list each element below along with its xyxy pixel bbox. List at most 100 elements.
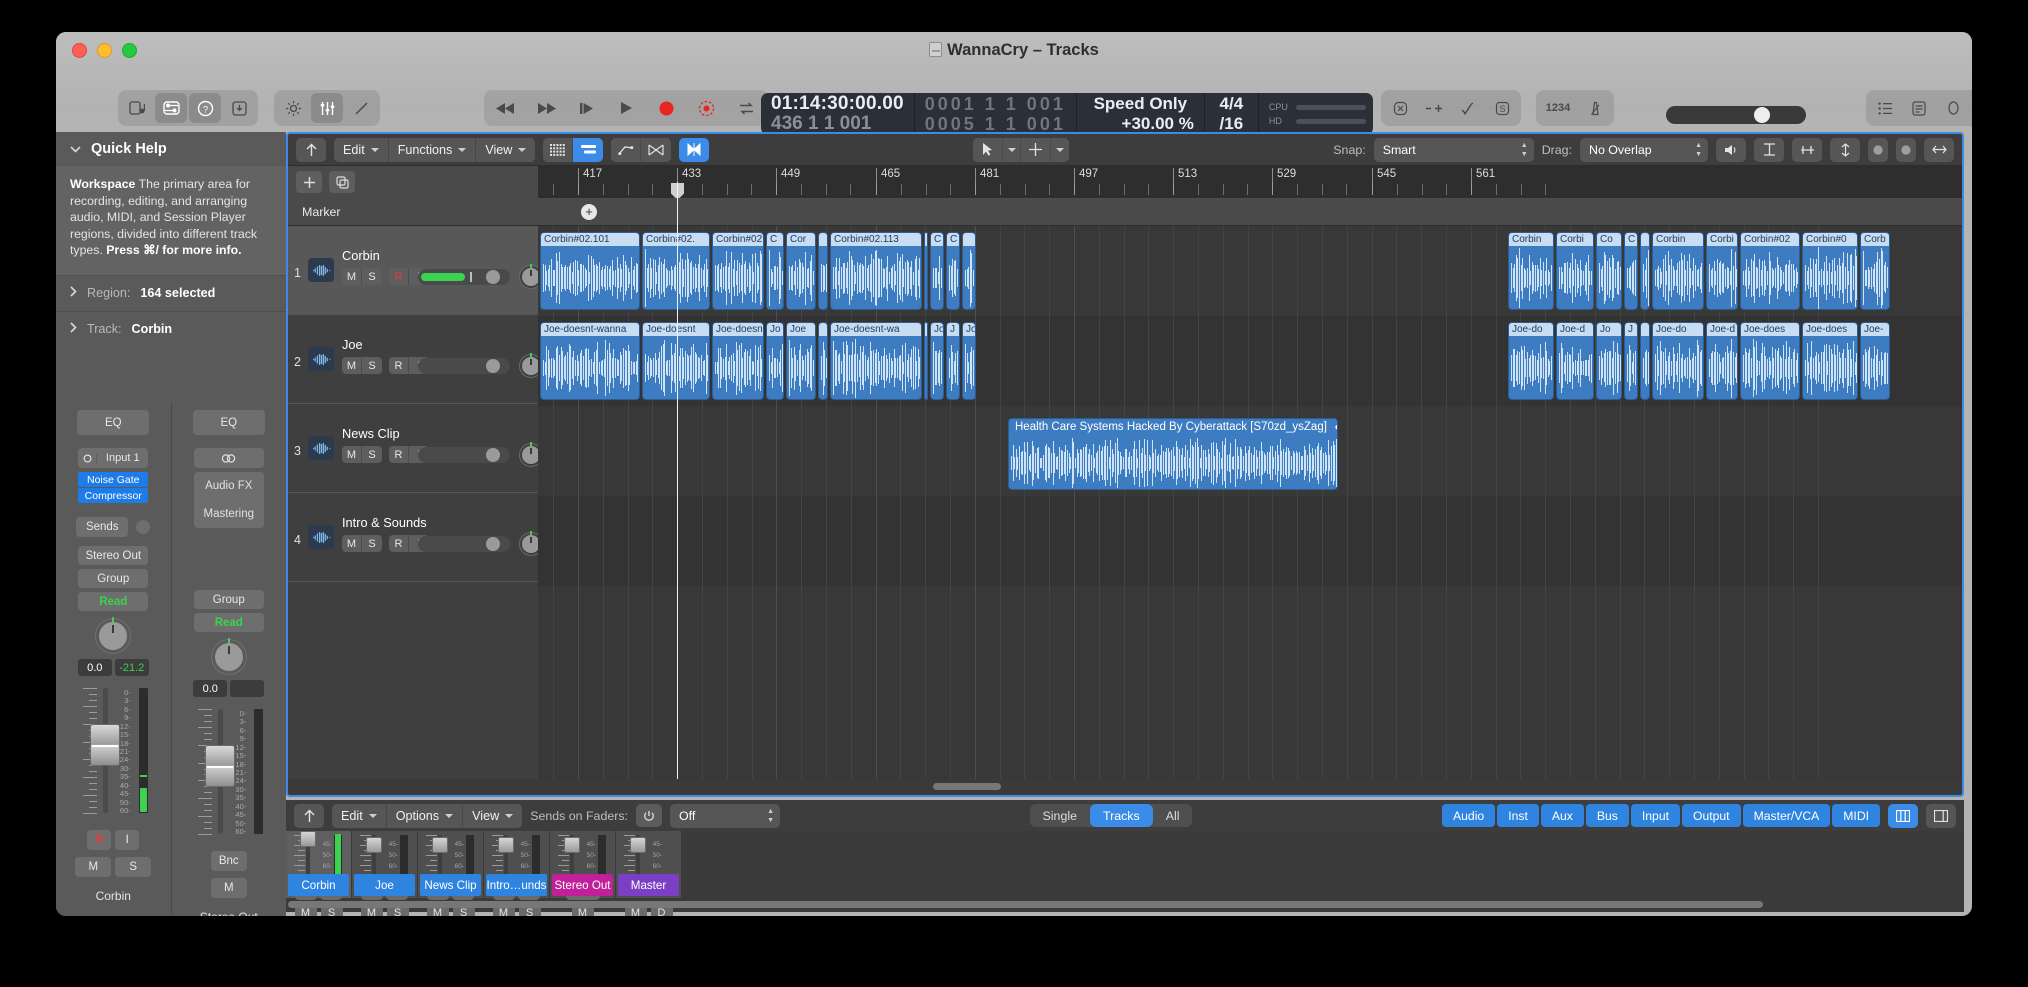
audio-region[interactable]: C: [930, 232, 944, 310]
audio-region[interactable]: Corbin#02.101: [540, 232, 640, 310]
inspector-track-row[interactable]: Track: Corbin: [56, 310, 286, 347]
capture-recording-icon[interactable]: [687, 93, 725, 123]
mixer-channel-strip[interactable]: 45-50-60- R I M S Joe: [352, 831, 418, 916]
audio-fx-box[interactable]: Audio FX Mastering: [193, 472, 264, 528]
view-mode-all[interactable]: All: [1153, 804, 1193, 827]
mixer-icon[interactable]: [311, 93, 343, 123]
lcd-bars-section[interactable]: 0001 1 1 001 0005 1 1 001: [915, 93, 1077, 135]
track-volume-slider[interactable]: [418, 358, 510, 374]
automation-mode-button[interactable]: Read: [193, 613, 264, 632]
filter-midi[interactable]: MIDI: [1832, 804, 1881, 827]
track-m-button[interactable]: M: [342, 357, 362, 374]
go-to-beginning-icon[interactable]: [567, 93, 605, 123]
lcd-display[interactable]: 01:14:30:00.00 436 1 1 001 0001 1 1 001 …: [761, 93, 1373, 135]
pan-value[interactable]: 0.0: [77, 659, 112, 676]
output-button[interactable]: Stereo Out: [78, 546, 149, 565]
lane-icon[interactable]: [1754, 137, 1784, 162]
grid-icon[interactable]: [543, 137, 574, 162]
flex-pitch-icon[interactable]: [641, 137, 672, 162]
plugin-slot[interactable]: Compressor: [78, 488, 149, 503]
audio-region[interactable]: Joe-d: [1556, 322, 1594, 400]
filter-master-vca[interactable]: Master/VCA: [1742, 804, 1831, 827]
pan-value[interactable]: 0.0: [193, 680, 228, 697]
mixer-scrollbar-thumb[interactable]: [288, 901, 1763, 908]
audio-region[interactable]: Co: [1596, 232, 1622, 310]
mixer-list-icon[interactable]: [1926, 803, 1957, 828]
channel-name[interactable]: Stereo Out: [552, 874, 613, 896]
audio-region[interactable]: Joe-do: [1508, 322, 1554, 400]
track-r-button[interactable]: R: [389, 268, 409, 285]
master-volume-knob[interactable]: [1754, 107, 1770, 123]
pan-knob[interactable]: [96, 619, 131, 653]
audio-region[interactable]: Joe-doesn: [712, 322, 764, 400]
audio-region[interactable]: Joe-doesnt-wanna: [540, 322, 640, 400]
mixer-channel-strip[interactable]: 45- 50- 60- M D Master: [616, 831, 682, 916]
audio-region[interactable]: Jo: [1596, 322, 1622, 400]
audio-region[interactable]: [962, 232, 976, 310]
mixer-menu-options[interactable]: Options: [386, 803, 464, 828]
toolbar-download-icon[interactable]: [223, 93, 255, 123]
track-s-button[interactable]: S: [362, 357, 382, 374]
view-mode-tracks[interactable]: Tracks: [1089, 804, 1153, 827]
scrollbar-thumb[interactable]: [933, 783, 1001, 790]
audio-region[interactable]: [924, 232, 928, 310]
audio-region[interactable]: Corbin#02: [1740, 232, 1800, 310]
mastering-slot[interactable]: Mastering: [204, 508, 255, 520]
automation-mode-button[interactable]: Read: [78, 592, 149, 611]
input-button[interactable]: Input 1: [78, 448, 149, 468]
audio-region[interactable]: Corbin: [1652, 232, 1704, 310]
audio-region[interactable]: Joe-doesnt-wa: [830, 322, 922, 400]
catch-playhead-icon[interactable]: [679, 137, 710, 162]
horizontal-zoom-icon[interactable]: [1924, 137, 1954, 162]
audio-region[interactable]: Joe-: [930, 322, 944, 400]
send-knob[interactable]: [136, 520, 151, 534]
audio-region[interactable]: Joe-do: [1652, 322, 1704, 400]
mute-button[interactable]: M: [210, 878, 247, 898]
mixer-fader-cap[interactable]: [498, 837, 514, 853]
fade-icon[interactable]: [1792, 137, 1822, 162]
volume-value[interactable]: -21.2: [114, 659, 149, 676]
track-volume-knob[interactable]: [486, 270, 500, 284]
track-volume-knob[interactable]: [486, 537, 500, 551]
add-track-icon[interactable]: [296, 171, 322, 193]
notes-icon[interactable]: [1903, 93, 1935, 123]
audio-region[interactable]: Corbin#02.113: [830, 232, 922, 310]
track-volume-knob[interactable]: [486, 359, 500, 373]
ruler[interactable]: 417 433 449 465 481 497 513 529 545 561: [538, 166, 1962, 198]
play-icon[interactable]: [607, 93, 645, 123]
chevron-right-icon[interactable]: [70, 286, 77, 300]
navigate-up-icon[interactable]: [294, 803, 324, 828]
mute-button[interactable]: M: [75, 857, 112, 877]
master-volume-slider[interactable]: [1666, 106, 1806, 124]
navigate-up-icon[interactable]: [296, 137, 326, 162]
loop-browser-icon[interactable]: [1937, 93, 1969, 123]
audio-region[interactable]: Joe: [962, 322, 976, 400]
channel-name[interactable]: Joe: [354, 874, 415, 896]
inspector-icon[interactable]: [155, 93, 187, 123]
track-m-button[interactable]: M: [342, 268, 362, 285]
channel-name[interactable]: News Clip: [420, 874, 481, 896]
menu-view[interactable]: View: [476, 137, 536, 162]
track-volume-slider[interactable]: [418, 536, 510, 552]
menu-edit[interactable]: Edit: [334, 137, 389, 162]
volume-fader[interactable]: [89, 688, 120, 813]
track-r-button[interactable]: R: [389, 357, 409, 374]
speaker-icon[interactable]: [1716, 137, 1746, 162]
score-icon[interactable]: S: [1486, 93, 1518, 123]
audio-region[interactable]: Corbin: [1508, 232, 1554, 310]
playhead-handle[interactable]: [671, 183, 684, 198]
audio-region[interactable]: J: [946, 322, 960, 400]
lcd-mode-section[interactable]: Speed Only +30.00 %: [1077, 93, 1205, 135]
track-s-button[interactable]: S: [362, 268, 382, 285]
quick-help-icon[interactable]: ?: [189, 93, 221, 123]
audio-region[interactable]: [818, 232, 828, 310]
marquee-tool-icon[interactable]: [1021, 137, 1052, 162]
chevron-down-icon[interactable]: [70, 142, 81, 156]
view-mode-single[interactable]: Single: [1030, 804, 1090, 827]
stereo-icon[interactable]: [193, 448, 264, 468]
audio-region[interactable]: Corb: [1860, 232, 1890, 310]
solo-button[interactable]: S: [115, 857, 152, 877]
vertical-zoom-icon[interactable]: [1830, 137, 1860, 162]
audio-region[interactable]: Joe-does: [1802, 322, 1858, 400]
mixer-fader-cap[interactable]: [366, 837, 382, 853]
